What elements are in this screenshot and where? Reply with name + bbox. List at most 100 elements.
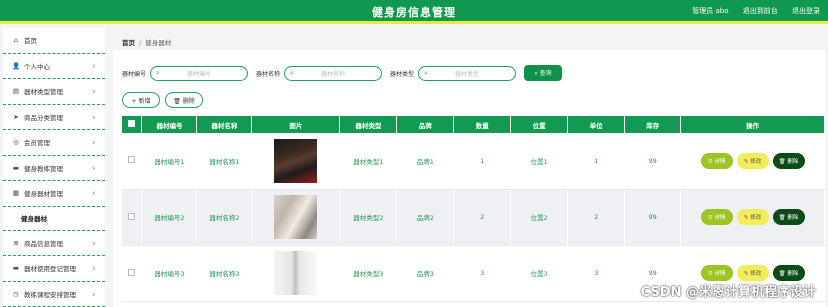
table-cell: 器材编号2 <box>141 189 198 246</box>
sidebar-item-label: 首页 <box>24 37 37 46</box>
search-icon: ⌕ <box>424 68 428 77</box>
select-all-checkbox[interactable] <box>128 120 136 127</box>
table-cell: 器材类型1 <box>339 133 398 190</box>
table-cell: 99 <box>624 189 682 246</box>
sidebar-item-equipment-type[interactable]: ▤ 器材类型管理 ∨ <box>3 79 105 105</box>
card-icon: ▬ <box>12 163 20 172</box>
equipment-image <box>274 251 318 295</box>
chevron-down-icon: ∨ <box>91 62 96 70</box>
column-header: 单位 <box>567 116 626 133</box>
row-select-cell <box>122 133 143 190</box>
edit-button[interactable]: ✎ 修改 <box>736 209 769 225</box>
chevron-down-icon: ∨ <box>91 265 96 272</box>
sidebar-item-home[interactable]: ⌂ 首页 <box>3 28 105 54</box>
add-button[interactable]: + 新增 <box>122 92 160 108</box>
send-icon: ➤ <box>13 112 19 121</box>
sidebar-item-members[interactable]: ◎ 会员管理 ∨ <box>3 130 105 156</box>
row-checkbox[interactable] <box>128 212 136 220</box>
batch-delete-button[interactable]: 🗑 删除 <box>165 92 203 108</box>
query-button[interactable]: ⌕ 查询 <box>524 65 563 81</box>
breadcrumb-home[interactable]: 首页 <box>122 39 135 47</box>
sidebar-item-label: 商品分类管理 <box>24 113 63 122</box>
sidebar-item-label: 器材类型管理 <box>24 88 63 97</box>
image-cell <box>251 189 341 246</box>
sidebar-item-coaches[interactable]: ▬ 健身教练管理 ∨ <box>3 156 105 181</box>
chevron-down-icon: ∨ <box>91 164 96 172</box>
equipment-name-placeholder: 器材名称 <box>321 70 346 78</box>
equipment-image <box>274 138 318 183</box>
detail-button[interactable]: ☰ 详情 <box>700 152 733 169</box>
equipment-name-input[interactable]: ⌕ 器材名称 <box>284 65 383 81</box>
chevron-up-icon: ∧ <box>91 190 96 197</box>
column-header: 器材名称 <box>196 116 253 133</box>
sidebar-item-profile[interactable]: 👤 个人中心 ∨ <box>3 54 105 79</box>
table-cell: 1 <box>453 133 512 190</box>
hand-cursor-icon: ☝ <box>43 217 49 228</box>
column-header: 数量 <box>453 116 512 133</box>
watermark-text: CSDN @米恩计算机程序设计 <box>640 285 816 300</box>
breadcrumb: 首页 / 健身器材 <box>122 37 171 47</box>
sidebar-item-goods-info[interactable]: ⊕ 商品信息管理 ∨ <box>3 231 105 256</box>
search-icon: ⌕ <box>290 68 294 77</box>
detail-button[interactable]: ☰ 详情 <box>700 209 733 225</box>
equipment-code-placeholder: 器材编号 <box>187 70 212 78</box>
table-cell: 品牌2 <box>396 189 455 246</box>
sidebar-item-goods-category[interactable]: ➤ 商品分类管理 ∨ <box>3 105 105 130</box>
sidebar-item-label: 教练课程安排管理 <box>24 290 76 299</box>
top-header: 健身房信息管理 管理员 abo 退出到前台 退出登录 <box>0 0 828 24</box>
search-icon: ⌕ <box>156 68 160 77</box>
chevron-down-icon: ∨ <box>91 139 96 146</box>
search-label-name: 器材名称 <box>256 70 281 78</box>
table-cell: 品牌1 <box>396 133 455 190</box>
delete-button[interactable]: 🗑 删除 <box>772 152 805 169</box>
row-checkbox[interactable] <box>128 268 136 276</box>
sidebar-item-label: 个人中心 <box>24 62 50 71</box>
table-cell: 器材名称1 <box>196 133 253 190</box>
sidebar-item-label: 会员管理 <box>24 139 50 148</box>
logout-link[interactable]: 退出登录 <box>792 7 820 15</box>
table-cell: 位置2 <box>510 189 569 246</box>
table-cell: 器材编号1 <box>141 133 198 190</box>
equipment-type-input[interactable]: ⌕ 器材类型 <box>418 65 517 81</box>
select-all-header[interactable] <box>122 116 143 133</box>
sidebar-item-course-schedule[interactable]: ◷ 教练课程安排管理 ∨ <box>3 282 105 307</box>
sidebar-item-equipment[interactable]: ▦ 健身器材管理 ∧ <box>3 181 105 207</box>
table-cell: 品牌3 <box>396 245 455 302</box>
actions-cell: ☰ 详情 ✎ 修改 🗑 删除 <box>680 189 825 246</box>
chevron-down-icon: ∨ <box>91 88 96 95</box>
admin-user-link[interactable]: 管理员 abo <box>692 7 728 15</box>
clock-icon: ◷ <box>13 289 19 298</box>
equipment-table: 器材编号 器材名称 图片 器材类型 品牌 数量 位置 单位 库存 操作 器材编号… <box>122 116 825 302</box>
image-cell <box>251 245 341 302</box>
row-select-cell <box>122 245 143 302</box>
delete-button[interactable]: 🗑 删除 <box>772 265 805 281</box>
sidebar-item-label: 商品信息管理 <box>24 239 63 248</box>
sidebar-item-label: 健身器材管理 <box>24 190 63 199</box>
edit-button[interactable]: ✎ 修改 <box>736 265 769 281</box>
sidebar-subitem-equipment[interactable]: 健身器材 ☝ <box>3 207 105 231</box>
delete-button[interactable]: 🗑 删除 <box>772 209 805 225</box>
detail-button[interactable]: ☰ 详情 <box>700 265 733 281</box>
equipment-code-input[interactable]: ⌕ 器材编号 <box>150 65 249 81</box>
table-cell: 器材名称3 <box>196 245 253 302</box>
row-select-cell <box>122 189 143 246</box>
table-cell: 3 <box>453 245 512 302</box>
sidebar: ⌂ 首页 👤 个人中心 ∨ ▤ 器材类型管理 ∨ ➤ 商品分类管理 ∨ ◎ 会员… <box>3 28 105 307</box>
table-cell: 器材类型3 <box>339 245 398 302</box>
column-header: 位置 <box>510 116 569 133</box>
edit-button[interactable]: ✎ 修改 <box>736 152 769 169</box>
user-icon: 👤 <box>12 61 21 70</box>
sidebar-item-label: 健身教练管理 <box>24 164 63 173</box>
sidebar-item-label: 器材使用登记管理 <box>24 265 76 274</box>
breadcrumb-separator: / <box>139 39 142 47</box>
back-to-front-link[interactable]: 退出到前台 <box>743 7 778 15</box>
globe-icon: ⊕ <box>13 238 19 247</box>
content-panel: 器材编号 ⌕ 器材编号 器材名称 ⌕ 器材名称 器材类型 ⌕ 器材类型 ⌕ 查询 + … <box>113 50 825 307</box>
equipment-image <box>274 195 318 239</box>
table-cell: 2 <box>453 189 512 246</box>
image-cell <box>251 133 341 190</box>
chevron-down-icon: ∨ <box>91 113 96 121</box>
sidebar-item-usage-register[interactable]: ▬ 器材使用登记管理 ∨ <box>3 256 105 282</box>
table-cell: 位置3 <box>510 245 569 302</box>
row-checkbox[interactable] <box>128 156 136 164</box>
